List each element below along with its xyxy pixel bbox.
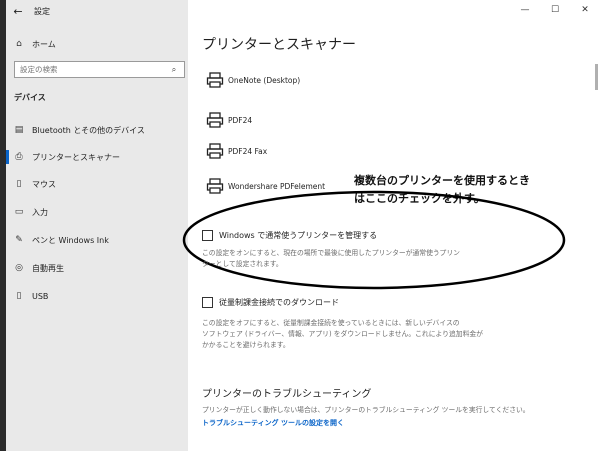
sidebar: ← 設定 ⌂ ホーム ⌕ デバイス ▤ Bluetooth とその他のデバイス … bbox=[6, 0, 188, 451]
search-input[interactable] bbox=[15, 62, 165, 77]
default-printer-label: Windows で通常使うプリンターを管理する bbox=[219, 231, 378, 240]
app-title: 設定 bbox=[34, 6, 50, 16]
section-heading: デバイス bbox=[14, 93, 46, 102]
sidebar-item-mouse[interactable]: ▯ マウス bbox=[6, 173, 188, 195]
default-printer-checkbox[interactable] bbox=[202, 230, 213, 241]
page-title: プリンターとスキャナー bbox=[202, 37, 356, 53]
minimize-button[interactable]: — bbox=[510, 0, 540, 20]
device-icon: ▤ bbox=[14, 125, 24, 135]
search-icon[interactable]: ⌕ bbox=[165, 65, 183, 75]
default-printer-desc-1: この設定をオンにすると、現在の場所で最後に使用したプリンターが通常使うプリン bbox=[202, 249, 460, 257]
printer-name: OneNote (Desktop) bbox=[228, 75, 301, 85]
sidebar-item-home[interactable]: ⌂ ホーム bbox=[6, 33, 188, 55]
printer-item[interactable]: PDF24 Fax bbox=[202, 139, 267, 163]
scrollbar[interactable] bbox=[595, 64, 598, 90]
sidebar-item-printers[interactable]: ⎙ プリンターとスキャナー bbox=[6, 146, 188, 168]
printer-item[interactable]: OneNote (Desktop) bbox=[202, 68, 300, 92]
search-box[interactable]: ⌕ bbox=[14, 61, 185, 78]
sidebar-item-label: Bluetooth とその他のデバイス bbox=[32, 125, 145, 135]
metered-download-checkbox[interactable] bbox=[202, 297, 213, 308]
troubleshoot-link[interactable]: トラブルシューティング ツールの設定を開く bbox=[202, 418, 344, 428]
metered-download-label: 従量制課金接続でのダウンロード bbox=[219, 298, 339, 307]
metered-desc-1: この設定をオフにすると、従量制課金接続を使っているときには、新しいデバイスの bbox=[202, 319, 460, 327]
sidebar-item-label: USB bbox=[32, 291, 49, 301]
sidebar-item-label: 自動再生 bbox=[32, 263, 64, 273]
metered-download-option[interactable]: 従量制課金接続でのダウンロード bbox=[202, 297, 339, 308]
sidebar-item-label: マウス bbox=[32, 179, 56, 189]
sidebar-item-label: 入力 bbox=[32, 207, 48, 217]
troubleshoot-desc: プリンターが正しく動作しない場合は、プリンターのトラブルシューティング ツールを… bbox=[202, 406, 530, 414]
sidebar-item-label: ペンと Windows Ink bbox=[32, 235, 109, 245]
printer-icon: ⎙ bbox=[15, 152, 23, 162]
metered-desc-3: かかることを避けられます。 bbox=[202, 341, 290, 349]
printer-name: PDF24 bbox=[228, 115, 253, 125]
back-button[interactable]: ← bbox=[6, 0, 30, 22]
autoplay-icon: ◎ bbox=[15, 263, 23, 273]
printer-icon bbox=[202, 69, 228, 91]
mouse-icon: ▯ bbox=[16, 179, 22, 189]
default-printer-desc-2: ターとして設定されます。 bbox=[202, 260, 283, 268]
sidebar-item-label: プリンターとスキャナー bbox=[32, 152, 120, 162]
titlebar-left: ← 設定 bbox=[6, 0, 188, 22]
usb-icon: ▯ bbox=[16, 291, 22, 301]
printer-icon bbox=[202, 109, 228, 131]
sidebar-item-pen[interactable]: ✎ ペンと Windows Ink bbox=[6, 229, 188, 251]
annotation-line-1: 複数台のプリンターを使用するとき bbox=[354, 174, 530, 187]
home-icon: ⌂ bbox=[16, 39, 22, 49]
keyboard-icon: ▭ bbox=[14, 207, 24, 217]
pen-icon: ✎ bbox=[15, 235, 23, 245]
main-content: — ☐ ✕ プリンターとスキャナー OneNote (Desktop) PDF2… bbox=[182, 0, 600, 451]
close-button[interactable]: ✕ bbox=[570, 0, 600, 20]
sidebar-item-label: ホーム bbox=[32, 39, 56, 49]
maximize-button[interactable]: ☐ bbox=[540, 0, 570, 20]
metered-desc-2: ソフトウェア (ドライバー、情報、アプリ) をダウンロードしません。これにより追… bbox=[202, 330, 483, 338]
sidebar-item-autoplay[interactable]: ◎ 自動再生 bbox=[6, 257, 188, 279]
printer-icon bbox=[202, 140, 228, 162]
sidebar-item-input[interactable]: ▭ 入力 bbox=[6, 201, 188, 223]
default-printer-option[interactable]: Windows で通常使うプリンターを管理する bbox=[202, 230, 377, 241]
troubleshoot-title: プリンターのトラブルシューティング bbox=[202, 389, 372, 400]
sidebar-item-bluetooth[interactable]: ▤ Bluetooth とその他のデバイス bbox=[6, 119, 188, 141]
printer-item[interactable]: PDF24 bbox=[202, 108, 252, 132]
window-controls: — ☐ ✕ bbox=[510, 0, 600, 20]
printer-name: PDF24 Fax bbox=[228, 146, 268, 156]
sidebar-item-usb[interactable]: ▯ USB bbox=[6, 285, 188, 307]
